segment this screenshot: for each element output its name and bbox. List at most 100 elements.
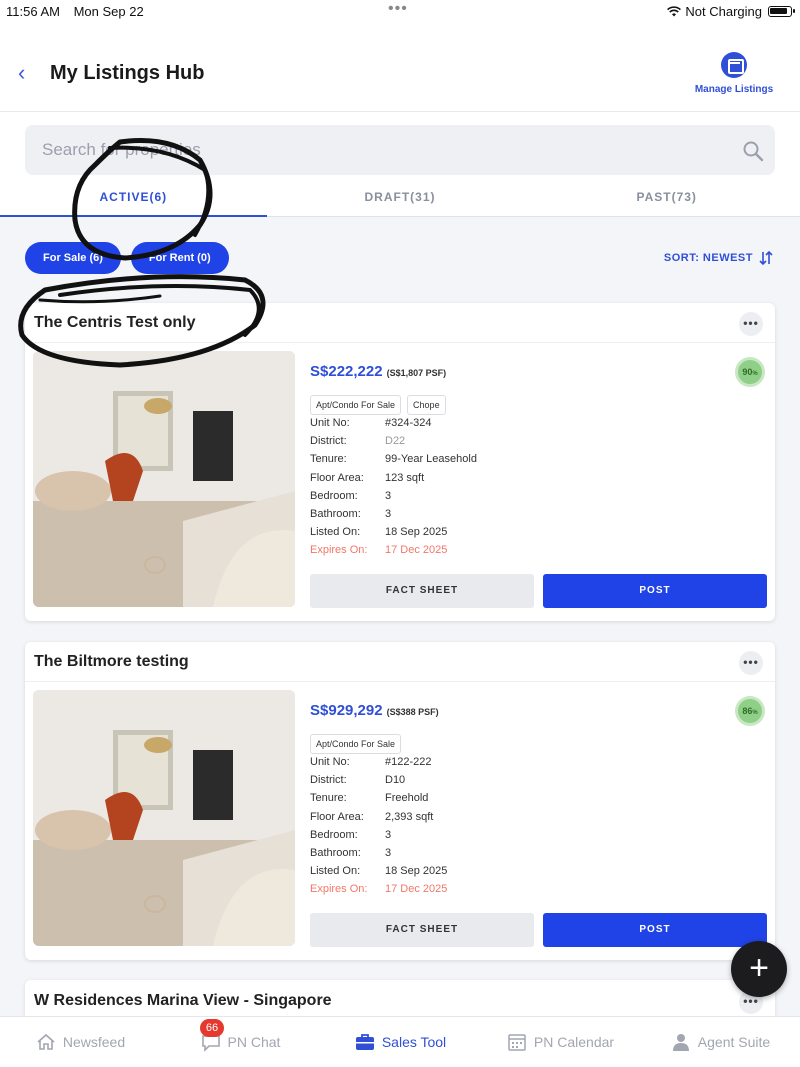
fact-sheet-button[interactable]: FACT SHEET bbox=[310, 913, 534, 947]
nav-pn-chat[interactable]: PN Chat 66 bbox=[160, 1017, 320, 1067]
nav-label: PN Chat bbox=[227, 1034, 281, 1050]
price-psf: (S$388 PSF) bbox=[386, 707, 439, 717]
listing-price: S$222,222 (S$1,807 PSF) bbox=[310, 363, 446, 380]
listing-card-partial[interactable]: W Residences Marina View - Singapore ••• bbox=[25, 980, 775, 1020]
detail-row: Unit No: #122-222 bbox=[310, 756, 447, 774]
detail-value: 99-Year Leasehold bbox=[385, 453, 477, 466]
detail-key: Expires On: bbox=[310, 544, 368, 557]
listing-title: W Residences Marina View - Singapore bbox=[34, 992, 332, 1009]
listing-photo[interactable] bbox=[33, 351, 295, 607]
price-value: S$222,222 bbox=[310, 363, 383, 380]
tab-draft[interactable]: DRAFT(31) bbox=[267, 177, 534, 216]
detail-row: Tenure: Freehold bbox=[310, 792, 447, 810]
price-psf: (S$1,807 PSF) bbox=[386, 368, 447, 378]
detail-value: 3 bbox=[385, 846, 392, 859]
listing-photo[interactable] bbox=[33, 690, 295, 946]
detail-row: District: D10 bbox=[310, 774, 447, 792]
listing-chips: Apt/Condo For Sale bbox=[310, 734, 402, 754]
filter-for-sale[interactable]: For Sale (6) bbox=[25, 242, 121, 274]
detail-value: 18 Sep 2025 bbox=[385, 865, 448, 878]
status-date: Mon Sep 22 bbox=[73, 4, 144, 19]
detail-row: Listed On: 18 Sep 2025 bbox=[310, 526, 477, 544]
search-input[interactable] bbox=[25, 125, 775, 175]
sort-label: SORT: NEWEST bbox=[663, 252, 753, 264]
nav-sales-tool[interactable]: Sales Tool bbox=[320, 1017, 480, 1067]
detail-key: Unit No: bbox=[310, 417, 350, 429]
nav-label: Sales Tool bbox=[381, 1034, 447, 1050]
fact-sheet-button[interactable]: FACT SHEET bbox=[310, 574, 534, 608]
tab-active[interactable]: ACTIVE(6) bbox=[0, 177, 267, 217]
detail-value: 17 Dec 2025 bbox=[385, 544, 448, 557]
home-icon bbox=[37, 1033, 55, 1050]
app-header: ‹ My Listings Hub Manage Listings bbox=[0, 22, 800, 112]
filter-pills: For Sale (6) For Rent (0) bbox=[25, 242, 229, 274]
more-options-icon[interactable]: ••• bbox=[739, 651, 763, 675]
listing-card-header: The Centris Test only ••• bbox=[25, 303, 775, 343]
detail-row: Tenure: 99-Year Leasehold bbox=[310, 453, 477, 471]
listing-type-chip: Apt/Condo For Sale bbox=[310, 395, 402, 415]
unread-badge: 66 bbox=[200, 1019, 224, 1037]
detail-key: Bedroom: bbox=[310, 489, 358, 502]
detail-key: Tenure: bbox=[310, 792, 347, 805]
calendar-icon bbox=[508, 1034, 526, 1051]
manage-listings-button[interactable]: Manage Listings bbox=[692, 52, 776, 95]
detail-row: Floor Area: 123 sqft bbox=[310, 472, 477, 490]
filter-for-rent[interactable]: For Rent (0) bbox=[130, 242, 229, 274]
listing-card-header: The Biltmore testing ••• bbox=[25, 642, 775, 682]
score-value: 86 bbox=[742, 706, 753, 716]
listing-card-body: S$929,292 (S$388 PSF) 86% Apt/Condo For S… bbox=[25, 682, 775, 960]
listing-card-body: S$222,222 (S$1,807 PSF) 90% Apt/Condo For… bbox=[25, 343, 775, 621]
detail-row: Bedroom: 3 bbox=[310, 829, 447, 847]
detail-key: Bedroom: bbox=[310, 828, 358, 841]
back-chevron-icon[interactable]: ‹ bbox=[18, 62, 36, 84]
detail-key: Bathroom: bbox=[310, 846, 361, 859]
detail-row: Bedroom: 3 bbox=[310, 490, 477, 508]
listing-card[interactable]: The Centris Test only ••• S$222,222 (S$1,… bbox=[25, 303, 775, 621]
page-title: My Listings Hub bbox=[50, 62, 205, 84]
status-tabs: ACTIVE(6) DRAFT(31) PAST(73) bbox=[0, 177, 800, 217]
search-icon[interactable] bbox=[742, 140, 764, 162]
wifi-icon bbox=[667, 6, 682, 17]
multitask-dots-icon[interactable]: ••• bbox=[388, 0, 408, 18]
detail-value: D22 bbox=[385, 435, 406, 448]
person-icon bbox=[672, 1034, 689, 1051]
detail-value: 3 bbox=[385, 507, 392, 520]
status-right: Not Charging bbox=[667, 4, 795, 19]
search-bar bbox=[0, 112, 800, 177]
detail-value: 17 Dec 2025 bbox=[385, 883, 448, 896]
nav-pn-calendar[interactable]: PN Calendar bbox=[480, 1017, 640, 1067]
detail-value: 123 sqft bbox=[385, 471, 425, 484]
detail-key: District: bbox=[310, 435, 347, 448]
sort-button[interactable]: SORT: NEWEST bbox=[664, 250, 774, 266]
detail-value: 3 bbox=[385, 828, 392, 841]
post-button[interactable]: POST bbox=[543, 574, 767, 608]
score-value: 90 bbox=[742, 367, 753, 377]
tab-past[interactable]: PAST(73) bbox=[533, 177, 800, 216]
quality-score-badge: 86% bbox=[735, 696, 765, 726]
listing-chips: Apt/Condo For Sale Chope bbox=[310, 395, 446, 415]
status-time-date: 11:56 AM Mon Sep 22 bbox=[6, 4, 154, 19]
detail-row: Listed On: 18 Sep 2025 bbox=[310, 865, 447, 883]
nav-agent-suite[interactable]: Agent Suite bbox=[640, 1017, 800, 1067]
detail-row: Floor Area: 2,393 sqft bbox=[310, 811, 447, 829]
detail-value: #324-324 bbox=[385, 417, 432, 429]
add-listing-button[interactable]: + bbox=[731, 941, 787, 997]
listing-type-chip: Apt/Condo For Sale bbox=[310, 734, 402, 754]
detail-row-expires: Expires On: 17 Dec 2025 bbox=[310, 883, 447, 901]
post-button[interactable]: POST bbox=[543, 913, 767, 947]
detail-row: Unit No: #324-324 bbox=[310, 417, 477, 435]
battery-icon bbox=[768, 6, 795, 17]
more-options-icon[interactable]: ••• bbox=[739, 312, 763, 336]
quality-score-badge: 90% bbox=[735, 357, 765, 387]
detail-key: Tenure: bbox=[310, 453, 347, 466]
nav-newsfeed[interactable]: Newsfeed bbox=[0, 1017, 160, 1067]
nav-label: Newsfeed bbox=[62, 1034, 126, 1050]
briefcase-icon bbox=[355, 1034, 374, 1050]
detail-value: D10 bbox=[385, 774, 406, 787]
bottom-nav: Newsfeed PN Chat 66 Sales Tool PN Calend… bbox=[0, 1016, 800, 1067]
detail-row-expires: Expires On: 17 Dec 2025 bbox=[310, 544, 477, 562]
listing-card[interactable]: The Biltmore testing ••• S$929,292 (S$388… bbox=[25, 642, 775, 960]
detail-value: Freehold bbox=[385, 792, 429, 805]
detail-key: Listed On: bbox=[310, 526, 361, 539]
status-time: 11:56 AM bbox=[6, 4, 60, 19]
